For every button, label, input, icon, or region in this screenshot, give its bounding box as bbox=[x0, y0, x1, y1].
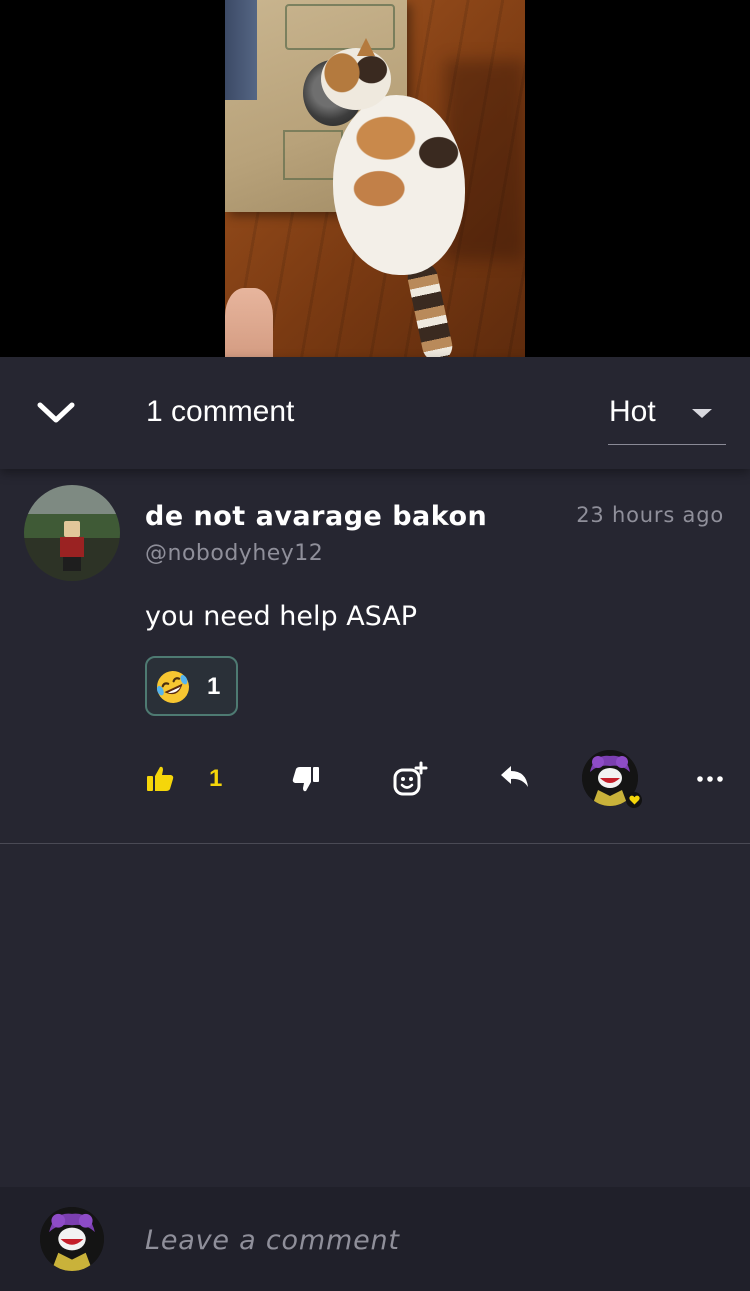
like-count: 1 bbox=[209, 765, 223, 792]
comment-timestamp: 23 hours ago bbox=[576, 503, 724, 527]
commenter-display-name[interactable]: de not avarage bakon bbox=[145, 501, 487, 532]
commenter-avatar[interactable] bbox=[24, 485, 120, 581]
photo-cat-ear bbox=[357, 38, 375, 56]
more-horizontal-icon[interactable] bbox=[690, 767, 730, 791]
comment-text: you need help ASAP bbox=[145, 601, 418, 632]
reaction-count: 1 bbox=[207, 673, 221, 700]
commenter-handle: @nobodyhey12 bbox=[145, 541, 324, 566]
heart-icon bbox=[626, 792, 642, 808]
thumbs-up-icon[interactable] bbox=[146, 765, 174, 793]
collapse-comments-button[interactable] bbox=[30, 387, 82, 439]
reply-arrow-icon[interactable] bbox=[498, 763, 530, 793]
caret-down-icon bbox=[692, 409, 712, 418]
add-emoji-icon[interactable] bbox=[392, 761, 428, 797]
comment-input[interactable] bbox=[145, 1215, 705, 1265]
avatar-figure-body bbox=[60, 537, 84, 557]
current-user-avatar[interactable] bbox=[40, 1207, 104, 1271]
box-print bbox=[285, 4, 395, 50]
photo-foot bbox=[225, 288, 273, 357]
avatar-figure-legs bbox=[63, 557, 81, 571]
sort-selected-label: Hot bbox=[609, 395, 656, 428]
comment-count: 1 comment bbox=[146, 395, 295, 428]
thumbs-down-icon[interactable] bbox=[292, 765, 320, 793]
post-photo[interactable] bbox=[225, 0, 525, 357]
comment-composer bbox=[0, 1187, 750, 1291]
photo-jeans bbox=[225, 0, 257, 100]
post-media-area bbox=[0, 0, 750, 357]
comments-header: 1 comment Hot bbox=[0, 357, 750, 469]
chevron-down-icon bbox=[37, 402, 75, 423]
photo-cat-head bbox=[321, 48, 391, 110]
avatar-figure-head bbox=[64, 521, 80, 537]
sort-dropdown[interactable]: Hot bbox=[608, 387, 726, 445]
photo-cat-body bbox=[333, 95, 465, 275]
jester-avatar-art bbox=[40, 1207, 104, 1271]
comment-action-bar: 1 bbox=[0, 739, 750, 819]
rolling-on-floor-laughing-emoji bbox=[156, 671, 189, 703]
reaction-chip[interactable]: 1 bbox=[145, 656, 238, 716]
comment-item: de not avarage bakon @nobodyhey12 23 hou… bbox=[0, 469, 750, 844]
